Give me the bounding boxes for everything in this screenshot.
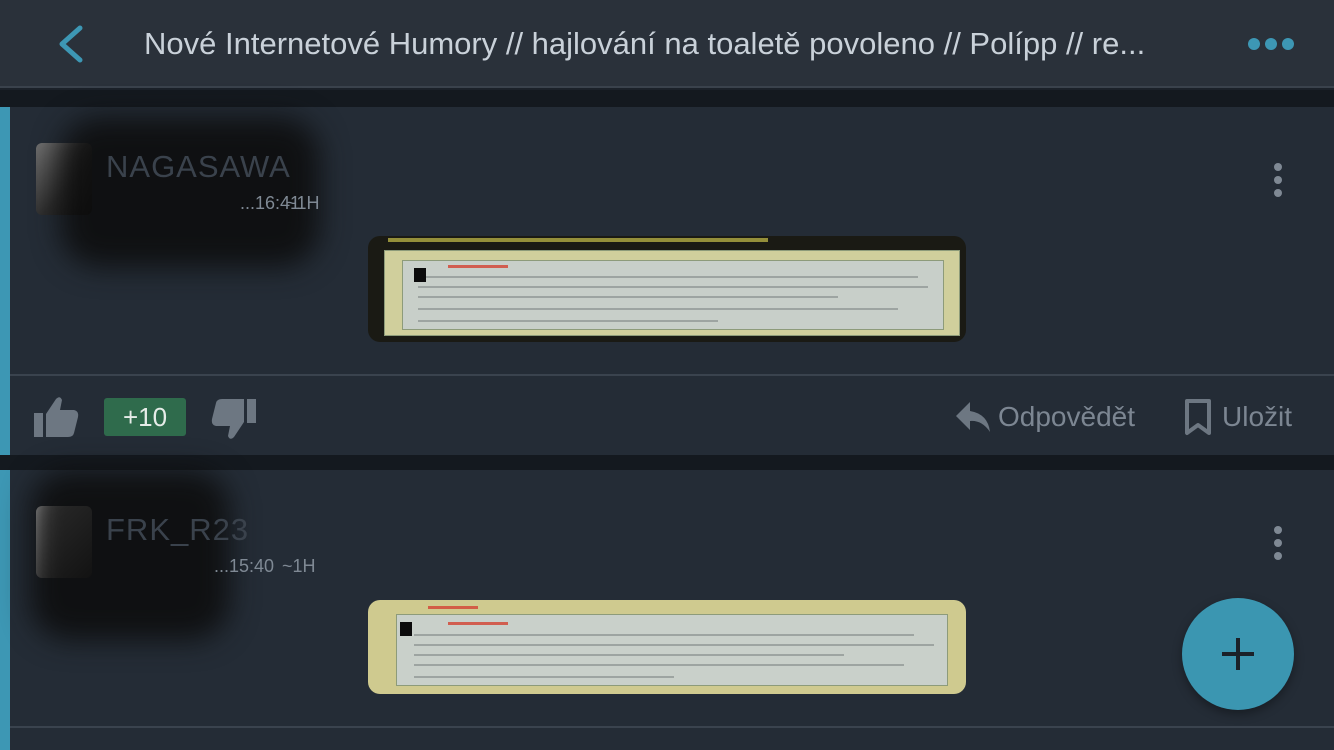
- post-actions: +10 Odpovědět Uložit: [10, 377, 1334, 455]
- post-card: FRK_R23 ...15:40 ~1H: [0, 470, 1334, 750]
- save-button[interactable]: Uložit: [1184, 397, 1292, 437]
- thumbs-down-icon: [211, 399, 256, 439]
- more-vertical-icon: [1274, 163, 1282, 197]
- post-card: NAGASAWA ...16:41 ~1H +10 Odpovědět Ulož…: [0, 107, 1334, 455]
- post-menu-button[interactable]: [1266, 524, 1290, 564]
- reply-button[interactable]: Odpovědět: [954, 397, 1135, 437]
- more-vertical-icon: [1274, 526, 1282, 560]
- thumbs-up-icon: [34, 397, 79, 437]
- chevron-left-icon: [59, 25, 83, 63]
- plus-icon: [1222, 638, 1254, 670]
- more-horizontal-icon: [1248, 38, 1294, 50]
- top-bar: Nové Internetové Humory // hajlování na …: [0, 0, 1334, 88]
- post-menu-button[interactable]: [1266, 161, 1290, 201]
- save-label: Uložit: [1222, 401, 1293, 432]
- embedded-image[interactable]: [368, 600, 966, 694]
- redaction-scribble: [60, 117, 320, 267]
- reply-label: Odpovědět: [998, 401, 1135, 432]
- bookmark-icon: [1185, 399, 1211, 435]
- post-separator: [0, 455, 1334, 470]
- redaction-scribble: [30, 470, 230, 640]
- post-accent-bar: [0, 107, 10, 455]
- post-relative-time: ~1H: [286, 193, 320, 213]
- post-divider: [10, 374, 1334, 376]
- post-username[interactable]: NAGASAWA: [106, 149, 291, 185]
- reply-icon: [956, 402, 990, 432]
- vote-score: +10: [104, 398, 186, 436]
- new-post-button[interactable]: [1182, 598, 1294, 710]
- post-username[interactable]: FRK_R23: [106, 512, 249, 548]
- post-separator: [0, 90, 1334, 107]
- like-button[interactable]: [32, 395, 80, 439]
- embedded-image[interactable]: [368, 236, 966, 342]
- post-relative-time: ~1H: [282, 556, 316, 576]
- post-accent-bar: [0, 470, 10, 750]
- post-divider: [10, 726, 1334, 728]
- back-button[interactable]: [52, 20, 92, 68]
- thread-title: Nové Internetové Humory // hajlování na …: [144, 26, 1146, 61]
- more-options-button[interactable]: [1244, 30, 1298, 58]
- dislike-button[interactable]: [210, 397, 258, 441]
- post-timestamp: ...15:40: [214, 556, 275, 576]
